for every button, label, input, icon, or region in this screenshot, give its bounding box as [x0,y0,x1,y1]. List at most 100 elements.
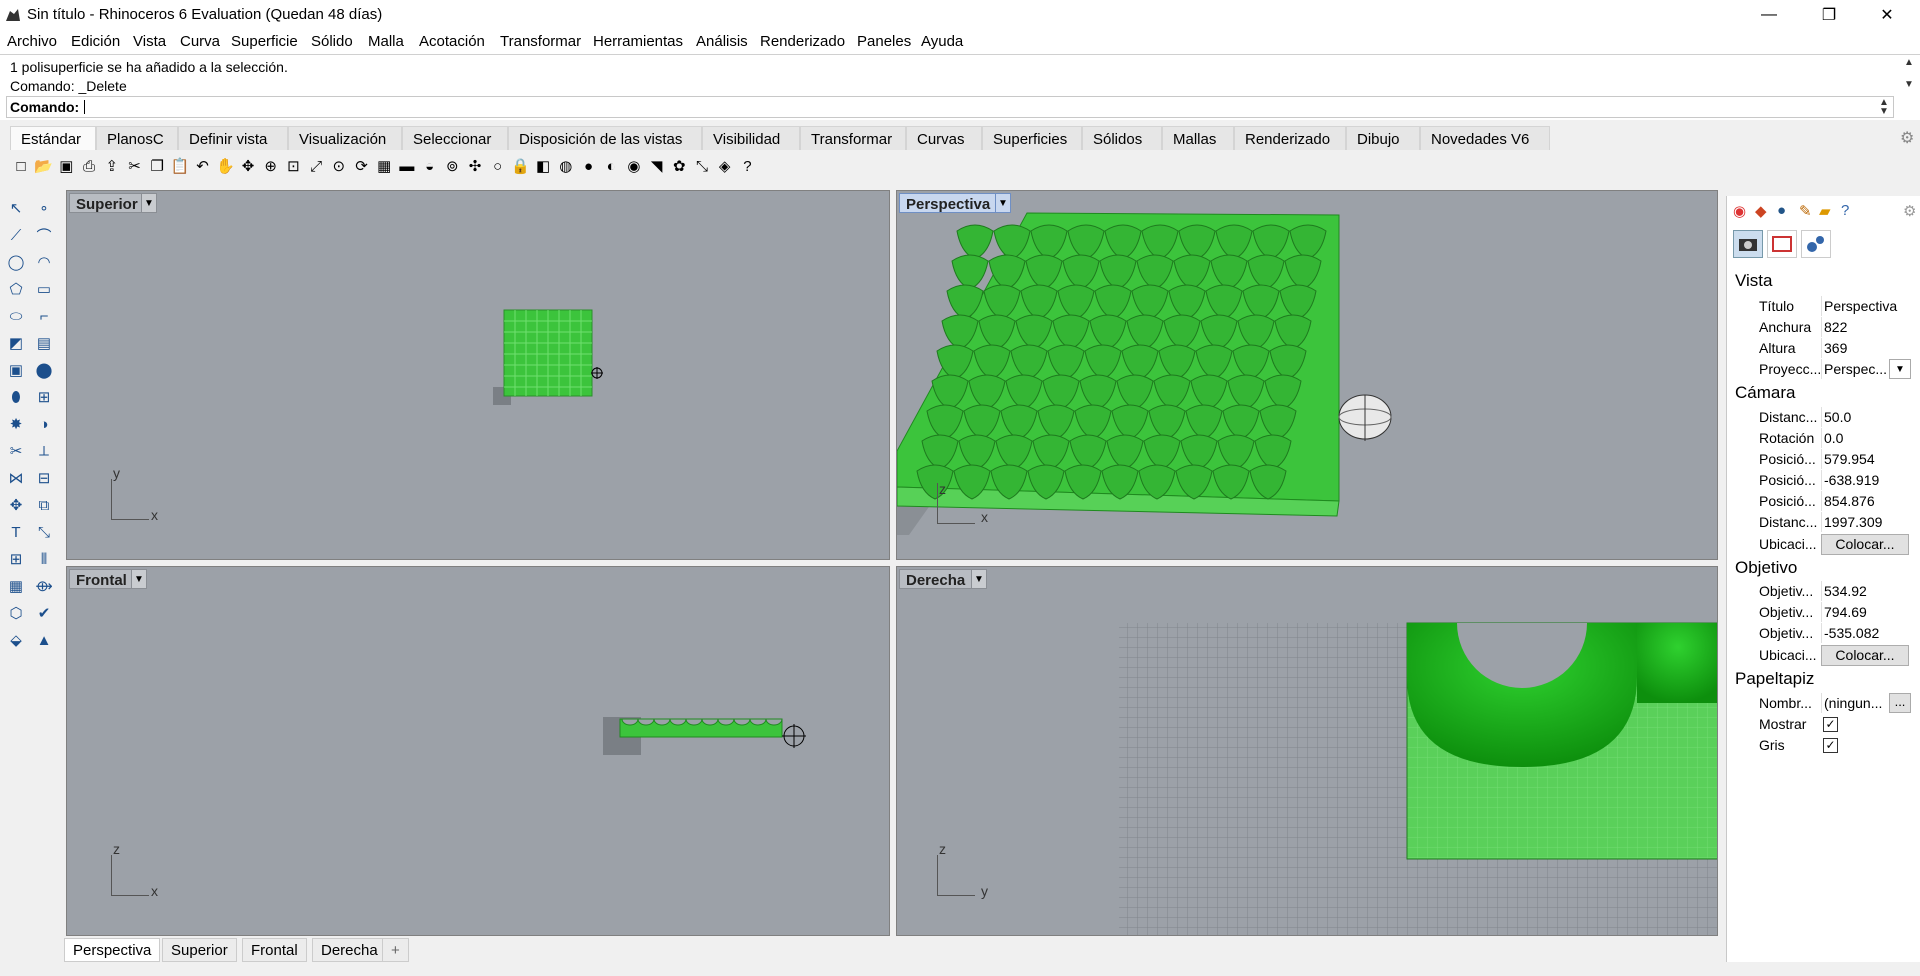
tab-transformar[interactable]: Transformar [800,126,906,150]
restore-button[interactable]: ❐ [1806,0,1852,30]
four-viewports-icon[interactable]: ▦ [373,155,395,177]
prop-value[interactable]: Perspectiva [1821,296,1911,316]
rendered-sphere-icon[interactable]: ◉ [623,155,645,177]
rectangle-icon[interactable]: ▭ [32,277,56,301]
menu-herramientas[interactable]: Herramientas [593,33,683,50]
menu-vista[interactable]: Vista [133,33,166,50]
dimension-tool-icon[interactable]: ⤡ [32,520,56,544]
check-icon[interactable]: ✔ [32,601,56,625]
fillet-icon[interactable]: ⌐ [32,304,56,328]
viewport-tab-frontal[interactable]: Frontal [242,938,307,962]
trim-icon[interactable]: ✂ [4,439,28,463]
tab-visibilidad[interactable]: Visibilidad [702,126,800,150]
lock-icon[interactable]: 🔒 [509,155,531,177]
camera-place-button[interactable]: Colocar... [1821,534,1909,555]
menu-edicion[interactable]: Edición [71,33,120,50]
clipping-icon[interactable]: ⬡ [4,601,28,625]
circle-icon[interactable]: ◯ [4,250,28,274]
mouse-icon[interactable]: ◒ [419,155,441,177]
menu-ayuda[interactable]: Ayuda [921,33,963,50]
select-icon[interactable]: ↖ [4,196,28,220]
new-file-icon[interactable]: □ [10,155,32,177]
shaded-sphere-icon[interactable]: ◐ [600,155,622,177]
copy-icon[interactable]: ❐ [146,155,168,177]
point-icon[interactable]: ∘ [32,196,56,220]
prop-value[interactable]: 369 [1821,338,1911,358]
scroll-up-icon[interactable]: ▲ [1902,57,1916,68]
minimize-button[interactable]: — [1746,0,1792,30]
settings-gear-icon[interactable]: ⚙ [1900,128,1914,148]
layer-icon[interactable]: ◧ [532,155,554,177]
join-icon[interactable]: ⋈ [4,466,28,490]
help-icon[interactable]: ? [736,155,758,177]
prop-value[interactable]: 822 [1821,317,1911,337]
menu-archivo[interactable]: Archivo [7,33,57,50]
prop-value[interactable]: 854.876 [1821,491,1911,511]
cylinder-icon[interactable]: ⬮ [4,385,28,409]
copy-tool-icon[interactable]: ⧉ [32,493,56,517]
panel-gear-icon[interactable]: ⚙ [1903,202,1916,220]
color-wheel-icon[interactable]: ◉ [1733,202,1746,220]
align-icon[interactable]: ⫴ [32,547,56,571]
dimension-icon[interactable]: ⤡ [691,155,713,177]
show-checkbox[interactable]: ✓ [1823,717,1838,732]
pan-icon[interactable]: ✋ [214,155,236,177]
prop-value[interactable]: 0.0 [1821,428,1911,448]
viewport-tab-derecha[interactable]: Derecha [312,938,387,962]
cut-icon[interactable]: ✂ [124,155,146,177]
command-input-row[interactable]: Comando: ▲ ▼ [6,96,1894,118]
grid-icon[interactable]: ▦ [4,574,28,598]
undo-icon[interactable]: ↶ [192,155,214,177]
menu-malla[interactable]: Malla [368,33,404,50]
tab-novedades-v6[interactable]: Novedades V6 [1420,126,1550,150]
osnap-icon[interactable]: ⊚ [441,155,463,177]
light-icon[interactable]: ○ [487,155,509,177]
tab-estandar[interactable]: Estándar [10,126,96,150]
rotate-icon[interactable]: ⟳ [351,155,373,177]
grasshopper-icon[interactable]: ◈ [714,155,736,177]
environment-icon[interactable]: ● [1777,202,1786,219]
tab-visualizacion[interactable]: Visualización [288,126,402,150]
wallpaper-browse-button[interactable]: ... [1889,693,1911,713]
polyline-icon[interactable]: ⟋ [4,223,28,247]
array-icon[interactable]: ⊞ [4,547,28,571]
brush-icon[interactable]: ✎ [1799,202,1812,220]
folder-icon[interactable]: ▰ [1819,202,1831,220]
tab-solidos[interactable]: Sólidos [1082,126,1162,150]
color-icon[interactable]: ◍ [555,155,577,177]
viewport-top[interactable]: Superior ▼ y x [66,190,890,560]
zoom-extents-icon[interactable]: ⤢ [305,155,327,177]
arc-icon[interactable]: ◠ [32,250,56,274]
tab-planosc[interactable]: PlanosC [96,126,178,150]
print-icon[interactable]: ⎙ [78,155,100,177]
zoom-selected-icon[interactable]: ⊙ [328,155,350,177]
camera-icon[interactable] [1733,230,1763,258]
chevron-down-icon[interactable]: ▼ [1889,359,1911,379]
car-icon[interactable]: ▬ [396,155,418,177]
prop-value[interactable]: 579.954 [1821,449,1911,469]
tab-disposicion[interactable]: Disposición de las vistas [508,126,702,150]
render-settings-icon[interactable] [1801,230,1831,258]
tab-definir-vista[interactable]: Definir vista [178,126,288,150]
menu-transformar[interactable]: Transformar [500,33,581,50]
zoom-window-icon[interactable]: ⊡ [282,155,304,177]
save-icon[interactable]: ▣ [55,155,77,177]
prop-value[interactable]: 794.69 [1821,602,1911,622]
menu-analisis[interactable]: Análisis [696,33,748,50]
frame-icon[interactable] [1767,230,1797,258]
viewport-right[interactable]: Derecha ▼ z y [896,566,1718,936]
move-icon[interactable]: ✥ [4,493,28,517]
open-icon[interactable]: 📂 [33,155,55,177]
gear-icon[interactable]: ✿ [668,155,690,177]
tab-seleccionar[interactable]: Seleccionar [402,126,508,150]
target-place-button[interactable]: Colocar... [1821,645,1909,666]
close-button[interactable]: ✕ [1864,0,1910,30]
render-sphere-icon[interactable]: ● [578,155,600,177]
add-viewport-tab-button[interactable]: + [382,938,409,962]
viewport-front[interactable]: Frontal ▼ z x [66,566,890,936]
polygon-icon[interactable]: ⬠ [4,277,28,301]
menu-superficie[interactable]: Superficie [231,33,298,50]
extrude-icon[interactable]: ▤ [32,331,56,355]
rotate-view-icon[interactable]: ✥ [237,155,259,177]
text-icon[interactable]: T [4,520,28,544]
